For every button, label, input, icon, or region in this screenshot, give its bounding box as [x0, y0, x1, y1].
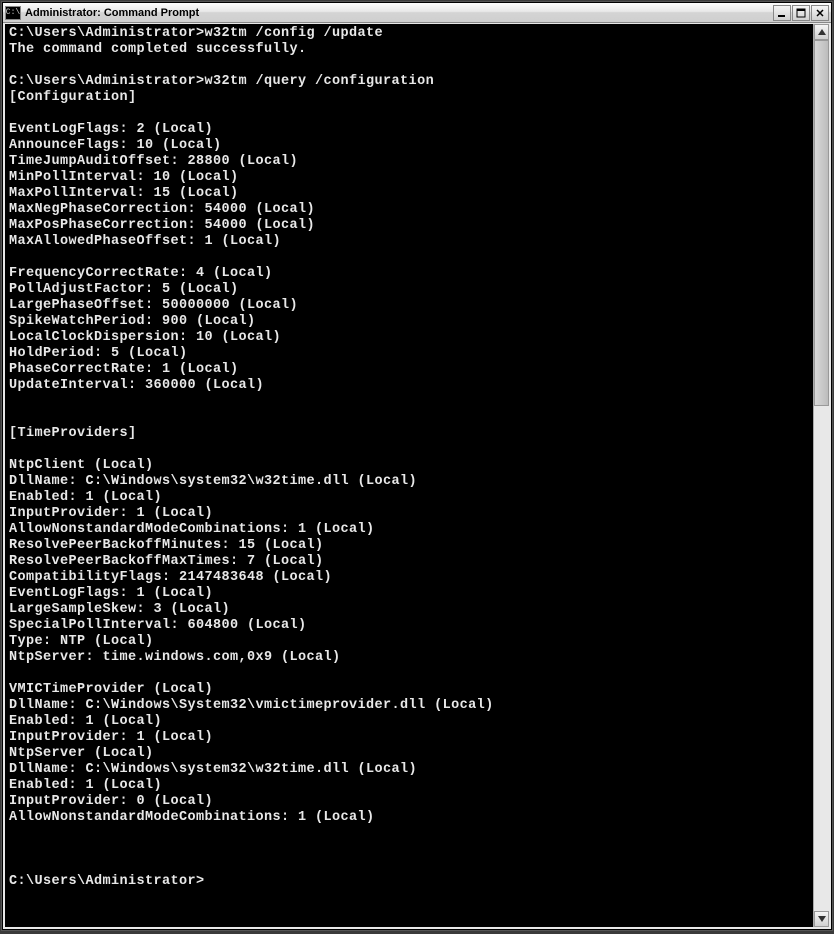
console-output[interactable]: C:\Users\Administrator>w32tm /config /up… [5, 24, 813, 927]
command-prompt-window: C:\ Administrator: Command Prompt C:\Use… [2, 2, 832, 930]
scroll-track[interactable] [814, 40, 829, 911]
titlebar[interactable]: C:\ Administrator: Command Prompt [3, 3, 831, 23]
cmd-app-icon: C:\ [5, 6, 21, 20]
window-title: Administrator: Command Prompt [25, 7, 772, 19]
maximize-button[interactable] [792, 5, 810, 21]
scroll-thumb[interactable] [814, 40, 829, 406]
window-controls [772, 5, 829, 21]
console-area: C:\Users\Administrator>w32tm /config /up… [3, 23, 831, 929]
close-button[interactable] [811, 5, 829, 21]
scroll-down-button[interactable] [814, 911, 829, 927]
vertical-scrollbar[interactable] [813, 24, 829, 927]
scroll-up-button[interactable] [814, 24, 829, 40]
minimize-button[interactable] [773, 5, 791, 21]
